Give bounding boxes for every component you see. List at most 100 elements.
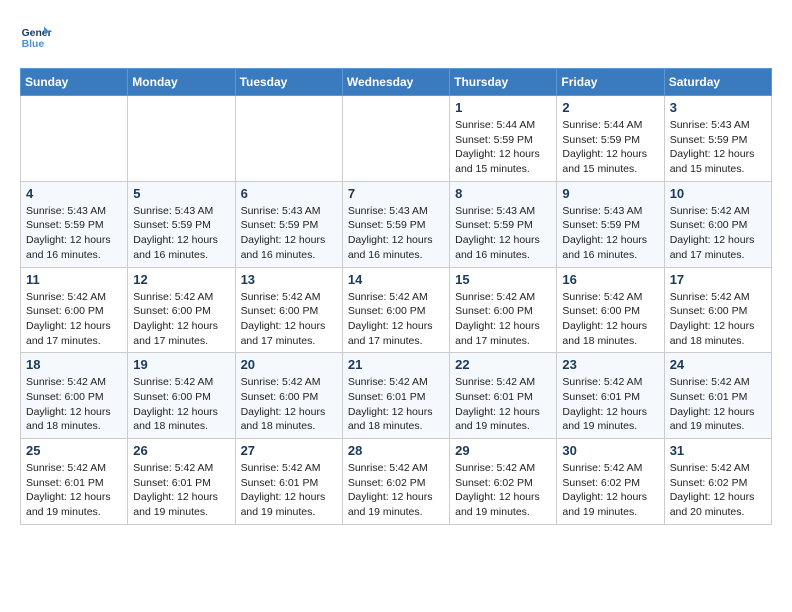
day-info: Sunrise: 5:42 AM Sunset: 6:02 PM Dayligh…	[562, 461, 658, 520]
calendar-cell: 19Sunrise: 5:42 AM Sunset: 6:00 PM Dayli…	[128, 353, 235, 439]
day-number: 11	[26, 272, 122, 287]
day-info: Sunrise: 5:42 AM Sunset: 6:00 PM Dayligh…	[562, 290, 658, 349]
calendar-cell: 24 Sunrise: 5:42 AM Sunset: 6:01 PM Dayli…	[664, 353, 771, 439]
day-info: Sunrise: 5:43 AM Sunset: 5:59 PM Dayligh…	[670, 118, 766, 177]
calendar-cell	[21, 96, 128, 182]
calendar-week-row: 1 Sunrise: 5:44 AM Sunset: 5:59 PM Daylig…	[21, 96, 772, 182]
calendar-cell: 3 Sunrise: 5:43 AM Sunset: 5:59 PM Daylig…	[664, 96, 771, 182]
calendar-cell	[128, 96, 235, 182]
day-number: 1	[455, 100, 551, 115]
calendar-cell: 2 Sunrise: 5:44 AM Sunset: 5:59 PM Daylig…	[557, 96, 664, 182]
svg-text:Blue: Blue	[22, 39, 45, 50]
day-number: 15	[455, 272, 551, 287]
calendar-cell: 8 Sunrise: 5:43 AM Sunset: 5:59 PM Daylig…	[450, 181, 557, 267]
calendar-cell	[235, 96, 342, 182]
calendar-cell: 15 Sunrise: 5:42 AM Sunset: 6:00 PM Dayli…	[450, 267, 557, 353]
day-number: 8	[455, 186, 551, 201]
day-info: Sunrise: 5:42 AM Sunset: 6:00 PM Dayligh…	[241, 375, 337, 434]
day-info: Sunrise: 5:43 AM Sunset: 5:59 PM Dayligh…	[26, 204, 122, 263]
day-info: Sunrise: 5:42 AM Sunset: 6:01 PM Dayligh…	[241, 461, 337, 520]
calendar-cell: 5Sunrise: 5:43 AM Sunset: 5:59 PM Daylig…	[128, 181, 235, 267]
day-info: Sunrise: 5:42 AM Sunset: 6:00 PM Dayligh…	[133, 375, 229, 434]
day-number: 6	[241, 186, 337, 201]
day-header-thursday: Thursday	[450, 69, 557, 96]
day-number: 26	[133, 443, 229, 458]
day-info: Sunrise: 5:42 AM Sunset: 6:01 PM Dayligh…	[26, 461, 122, 520]
day-number: 3	[670, 100, 766, 115]
day-number: 22	[455, 357, 551, 372]
day-number: 13	[241, 272, 337, 287]
day-number: 17	[670, 272, 766, 287]
calendar-cell: 26 Sunrise: 5:42 AM Sunset: 6:01 PM Dayli…	[128, 439, 235, 525]
day-number: 31	[670, 443, 766, 458]
day-number: 4	[26, 186, 122, 201]
calendar-cell: 31 Sunrise: 5:42 AM Sunset: 6:02 PM Dayli…	[664, 439, 771, 525]
calendar-cell: 9Sunrise: 5:43 AM Sunset: 5:59 PM Daylig…	[557, 181, 664, 267]
day-info: Sunrise: 5:43 AM Sunset: 5:59 PM Dayligh…	[455, 204, 551, 263]
day-number: 14	[348, 272, 444, 287]
day-info: Sunrise: 5:42 AM Sunset: 6:02 PM Dayligh…	[670, 461, 766, 520]
day-number: 7	[348, 186, 444, 201]
day-number: 2	[562, 100, 658, 115]
day-info: Sunrise: 5:42 AM Sunset: 6:00 PM Dayligh…	[241, 290, 337, 349]
calendar-cell: 14 Sunrise: 5:42 AM Sunset: 6:00 PM Dayli…	[342, 267, 449, 353]
day-info: Sunrise: 5:42 AM Sunset: 6:00 PM Dayligh…	[133, 290, 229, 349]
day-info: Sunrise: 5:42 AM Sunset: 6:02 PM Dayligh…	[348, 461, 444, 520]
logo: General Blue	[20, 20, 52, 52]
day-header-saturday: Saturday	[664, 69, 771, 96]
calendar-cell: 28 Sunrise: 5:42 AM Sunset: 6:02 PM Dayli…	[342, 439, 449, 525]
day-info: Sunrise: 5:43 AM Sunset: 5:59 PM Dayligh…	[133, 204, 229, 263]
day-number: 29	[455, 443, 551, 458]
day-info: Sunrise: 5:42 AM Sunset: 6:01 PM Dayligh…	[133, 461, 229, 520]
day-number: 10	[670, 186, 766, 201]
day-info: Sunrise: 5:42 AM Sunset: 6:00 PM Dayligh…	[348, 290, 444, 349]
day-info: Sunrise: 5:44 AM Sunset: 5:59 PM Dayligh…	[455, 118, 551, 177]
day-info: Sunrise: 5:42 AM Sunset: 6:00 PM Dayligh…	[26, 290, 122, 349]
day-number: 24	[670, 357, 766, 372]
calendar-cell: 4 Sunrise: 5:43 AM Sunset: 5:59 PM Daylig…	[21, 181, 128, 267]
day-number: 30	[562, 443, 658, 458]
day-info: Sunrise: 5:42 AM Sunset: 6:00 PM Dayligh…	[670, 204, 766, 263]
day-info: Sunrise: 5:42 AM Sunset: 6:02 PM Dayligh…	[455, 461, 551, 520]
calendar-cell: 13 Sunrise: 5:42 AM Sunset: 6:00 PM Dayli…	[235, 267, 342, 353]
calendar-cell: 30 Sunrise: 5:42 AM Sunset: 6:02 PM Dayli…	[557, 439, 664, 525]
day-info: Sunrise: 5:42 AM Sunset: 6:01 PM Dayligh…	[670, 375, 766, 434]
day-header-friday: Friday	[557, 69, 664, 96]
day-number: 12	[133, 272, 229, 287]
day-number: 21	[348, 357, 444, 372]
calendar-week-row: 25 Sunrise: 5:42 AM Sunset: 6:01 PM Dayli…	[21, 439, 772, 525]
page-header: General Blue	[20, 20, 772, 52]
day-info: Sunrise: 5:42 AM Sunset: 6:00 PM Dayligh…	[670, 290, 766, 349]
day-number: 28	[348, 443, 444, 458]
calendar-cell: 12 Sunrise: 5:42 AM Sunset: 6:00 PM Dayli…	[128, 267, 235, 353]
calendar-cell: 18 Sunrise: 5:42 AM Sunset: 6:00 PM Dayli…	[21, 353, 128, 439]
day-number: 20	[241, 357, 337, 372]
calendar-cell: 22 Sunrise: 5:42 AM Sunset: 6:01 PM Dayli…	[450, 353, 557, 439]
day-info: Sunrise: 5:42 AM Sunset: 6:00 PM Dayligh…	[455, 290, 551, 349]
day-header-wednesday: Wednesday	[342, 69, 449, 96]
day-number: 16	[562, 272, 658, 287]
logo-icon: General Blue	[20, 20, 52, 52]
calendar-cell: 16 Sunrise: 5:42 AM Sunset: 6:00 PM Dayli…	[557, 267, 664, 353]
day-number: 25	[26, 443, 122, 458]
day-info: Sunrise: 5:43 AM Sunset: 5:59 PM Dayligh…	[241, 204, 337, 263]
day-info: Sunrise: 5:42 AM Sunset: 6:00 PM Dayligh…	[26, 375, 122, 434]
calendar-cell: 27 Sunrise: 5:42 AM Sunset: 6:01 PM Dayli…	[235, 439, 342, 525]
day-number: 27	[241, 443, 337, 458]
calendar-cell	[342, 96, 449, 182]
svg-text:General: General	[22, 28, 52, 39]
day-number: 18	[26, 357, 122, 372]
calendar-cell: 17 Sunrise: 5:42 AM Sunset: 6:00 PM Dayli…	[664, 267, 771, 353]
day-number: 23	[562, 357, 658, 372]
day-info: Sunrise: 5:42 AM Sunset: 6:01 PM Dayligh…	[455, 375, 551, 434]
calendar-week-row: 4 Sunrise: 5:43 AM Sunset: 5:59 PM Daylig…	[21, 181, 772, 267]
calendar-table: SundayMondayTuesdayWednesdayThursdayFrid…	[20, 68, 772, 525]
day-info: Sunrise: 5:43 AM Sunset: 5:59 PM Dayligh…	[348, 204, 444, 263]
calendar-cell: 25 Sunrise: 5:42 AM Sunset: 6:01 PM Dayli…	[21, 439, 128, 525]
day-number: 9	[562, 186, 658, 201]
day-header-sunday: Sunday	[21, 69, 128, 96]
calendar-cell: 6 Sunrise: 5:43 AM Sunset: 5:59 PM Daylig…	[235, 181, 342, 267]
day-info: Sunrise: 5:44 AM Sunset: 5:59 PM Dayligh…	[562, 118, 658, 177]
calendar-cell: 29 Sunrise: 5:42 AM Sunset: 6:02 PM Dayli…	[450, 439, 557, 525]
day-info: Sunrise: 5:42 AM Sunset: 6:01 PM Dayligh…	[348, 375, 444, 434]
